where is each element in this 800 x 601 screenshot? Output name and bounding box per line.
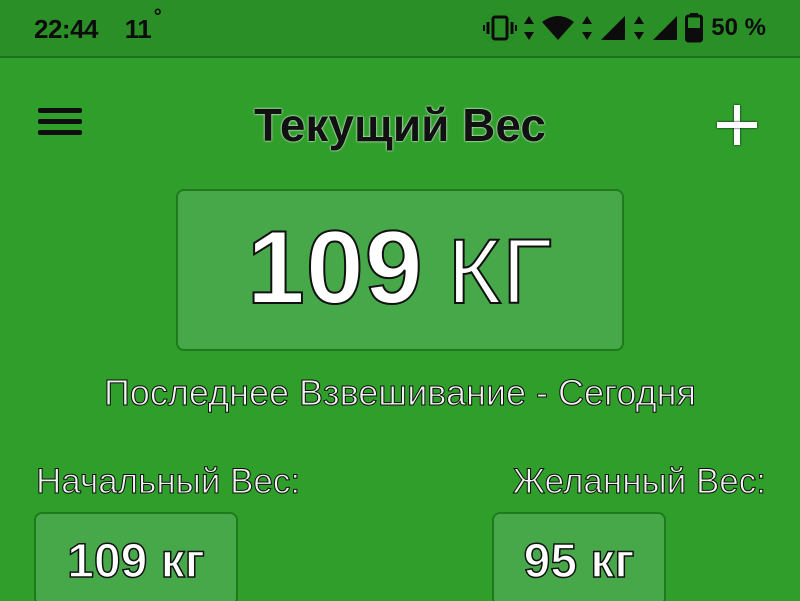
- battery-icon: [685, 13, 704, 43]
- app-toolbar: Текущий Вес: [0, 90, 800, 160]
- status-icons: 50 %: [483, 13, 766, 43]
- signal-icon: [653, 16, 678, 40]
- current-weight-display: 109 КГ: [178, 209, 622, 328]
- current-weight-value: 109: [246, 209, 424, 327]
- current-weight-unit: КГ: [447, 220, 553, 324]
- plus-icon[interactable]: [714, 102, 760, 148]
- goal-weight-value: 95 кг: [523, 534, 635, 589]
- battery-percent: 50 %: [711, 14, 766, 41]
- data-arrows-icon: [524, 16, 535, 40]
- last-weigh-in-text: Последнее Взвешивание - Сегодня: [103, 372, 697, 414]
- status-left: 22:44 11 °: [34, 6, 162, 45]
- data-arrows-icon: [634, 16, 645, 40]
- signal-icon: [601, 16, 626, 40]
- status-temperature: 11 °: [124, 6, 162, 44]
- goal-weight-card[interactable]: 95 кг: [492, 512, 666, 601]
- status-time: 22:44: [34, 14, 99, 44]
- degree-symbol: °: [153, 6, 162, 28]
- wifi-icon: [542, 16, 575, 40]
- page-title: Текущий Вес: [254, 99, 546, 151]
- vibrate-icon: [483, 15, 518, 41]
- start-weight-card[interactable]: 109 кг: [34, 512, 238, 601]
- data-arrows-icon: [582, 16, 593, 40]
- status-bar: 22:44 11 ° 50 %: [0, 0, 800, 58]
- start-weight-value: 109 кг: [67, 534, 206, 589]
- start-weight-label: Начальный Вес:: [35, 462, 301, 502]
- temperature-value: 11: [124, 14, 152, 44]
- current-weight-card[interactable]: 109 КГ: [176, 189, 624, 351]
- goal-weight-label: Желанный Вес:: [512, 462, 766, 502]
